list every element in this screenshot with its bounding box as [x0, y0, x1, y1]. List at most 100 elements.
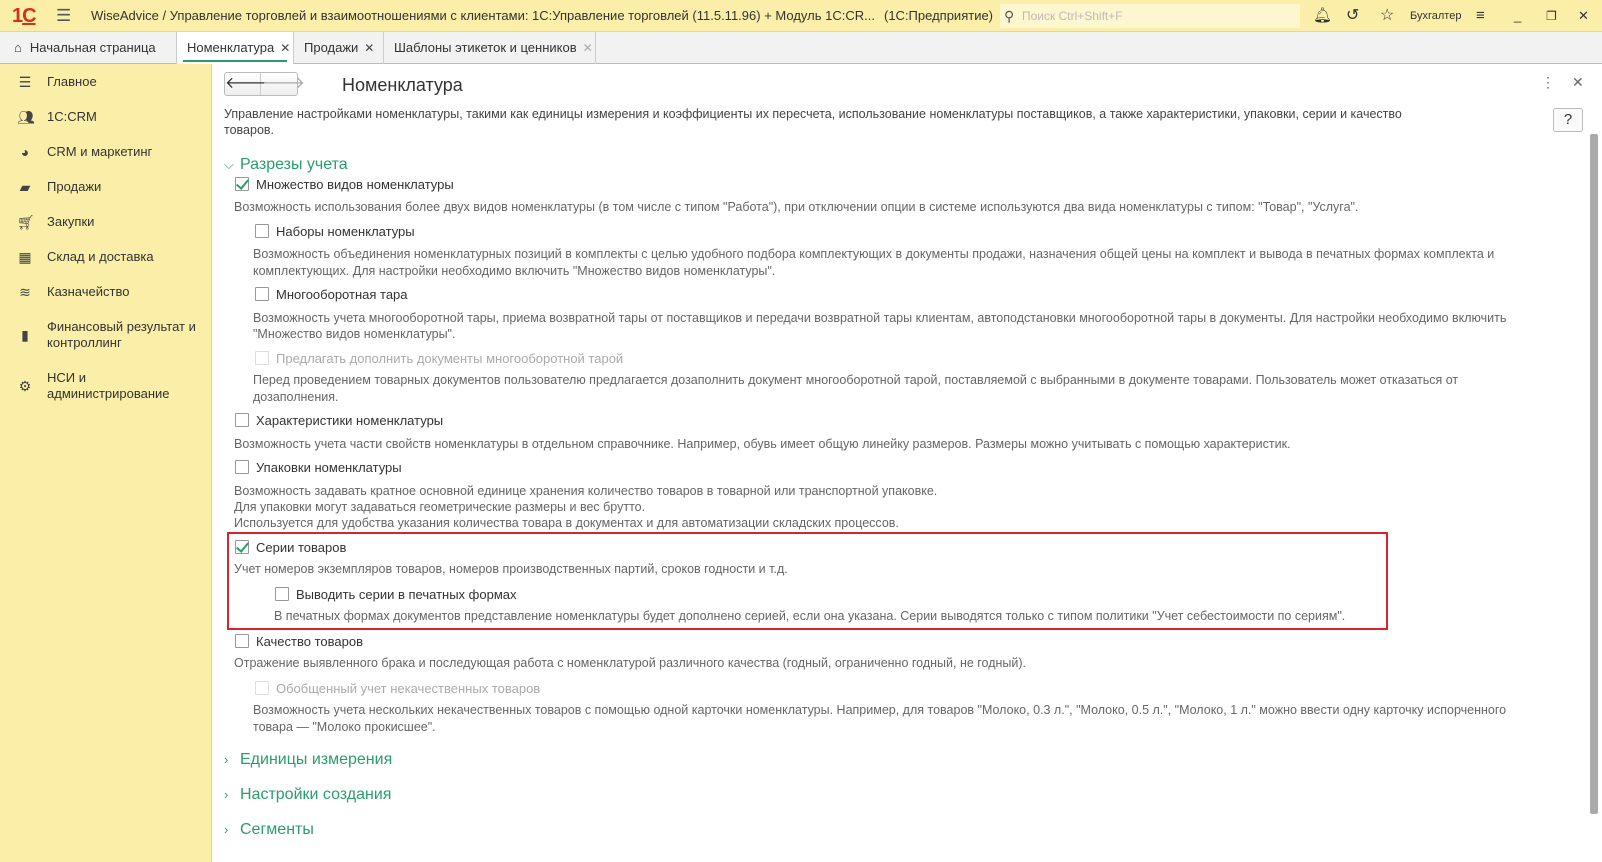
scrollbar-thumb[interactable] [1590, 134, 1598, 814]
tab-label: Шаблоны этикеток и ценников [394, 40, 577, 55]
vertical-scrollbar[interactable] [1590, 118, 1598, 818]
search-placeholder: Поиск Ctrl+Shift+F [1022, 9, 1123, 23]
checkbox-print-series[interactable] [275, 587, 289, 601]
page-title: Номенклатура [342, 75, 463, 95]
sidebar-label: Продажи [47, 179, 102, 194]
option-desc: комплектующих. Для настройки необходимо … [253, 264, 776, 278]
window-title: WiseAdvice / Управление торговлей и взаи… [91, 8, 875, 23]
pie-icon: ◕ [20, 144, 30, 160]
option-desc: Для упаковки могут задаваться геометриче… [234, 500, 646, 514]
option-label[interactable]: Выводить серии в печатных формах [296, 587, 517, 603]
gear-icon: ⚙ [18, 378, 32, 394]
settings-menu-icon[interactable]: ≡ [1476, 0, 1485, 32]
option-desc: Возможность объединения номенклатурных п… [253, 247, 1495, 261]
more-icon[interactable]: ⋮ [1541, 74, 1555, 90]
title-bar: 1С ☰ WiseAdvice / Управление торговлей и… [0, 0, 1602, 32]
back-button[interactable]: 🡐 [225, 73, 268, 95]
tab-label: Начальная страница [29, 40, 156, 55]
option-label[interactable]: Упаковки номенклатуры [256, 460, 402, 476]
tab-label-templates[interactable]: Шаблоны этикеток и ценников ✕ [384, 32, 596, 64]
option-desc: Отражение выявленного брака и последующа… [234, 656, 1027, 670]
option-desc: Используется для удобства указания колич… [234, 516, 899, 530]
sidebar-label: Казначейство [47, 284, 130, 299]
help-button[interactable]: ? [1553, 108, 1583, 132]
group-title: Разрезы учета [240, 156, 348, 173]
sidebar-label: Закупки [47, 214, 95, 229]
checkbox-series[interactable] [235, 540, 249, 554]
option-desc: В печатных формах документов представлен… [274, 609, 1346, 623]
history-icon[interactable]: ↺ [1346, 0, 1359, 32]
option-label: Предлагать дополнить документы многообор… [276, 351, 624, 366]
search-icon: ⚲ [1004, 8, 1015, 24]
sidebar-label: Главное [47, 74, 97, 89]
sidebar: ☰ Главное 👥︎ 1С:CRM ◕ CRM и маркетинг ▰ Прод… [0, 64, 212, 862]
chevron-down-icon: ⌵ [224, 157, 234, 172]
checkbox-generalized-defects[interactable] [255, 681, 269, 695]
close-tab-icon[interactable]: ✕ [583, 41, 593, 55]
group-title: Настройки создания [240, 786, 392, 803]
checkbox-quality[interactable] [235, 634, 249, 648]
option-desc: товара — "Молоко прокисшее". [253, 720, 436, 734]
option-desc: Возможность использования более двух вид… [234, 200, 1359, 214]
sidebar-label: НСИ и администрирование [47, 370, 170, 401]
sidebar-label: Финансовый результат и контроллинг [47, 319, 196, 350]
checkbox-characteristics[interactable] [235, 413, 249, 427]
cart-icon: 🛒︎ [17, 214, 35, 230]
star-icon[interactable]: ☆ [1380, 0, 1394, 32]
tab-nomenclature[interactable]: Номенклатура ✕ [177, 32, 294, 64]
home-icon: ⌂ [14, 40, 22, 55]
group-title: Единицы измерения [240, 751, 393, 768]
checkbox-suggest-tare[interactable] [255, 351, 269, 365]
close-window-button[interactable]: ✕ [1578, 0, 1589, 32]
group-creation-settings[interactable]: › Настройки создания [224, 785, 391, 805]
1c-logo[interactable]: 1С [12, 0, 37, 32]
group-accounting-sections[interactable]: ⌵ Разрезы учета [224, 155, 348, 175]
option-desc: Перед проведением товарных документов по… [253, 373, 1459, 387]
option-label[interactable]: Множество видов номенклатуры [256, 177, 454, 193]
forward-button[interactable]: 🡒 [262, 73, 305, 95]
option-label[interactable]: Качество товаров [256, 634, 363, 650]
coins-icon: ≋ [19, 284, 31, 300]
tab-label: Номенклатура [187, 40, 275, 55]
option-desc: Возможность учета части свойств номенкла… [234, 437, 1291, 451]
chevron-right-icon: › [224, 822, 229, 837]
sidebar-label: 1С:CRM [47, 109, 97, 124]
chevron-right-icon: › [224, 752, 229, 767]
chart-icon: ▮ [21, 327, 29, 343]
option-label[interactable]: Характеристики номенклатуры [256, 413, 443, 429]
option-label[interactable]: Наборы номенклатуры [276, 224, 415, 240]
group-segments[interactable]: › Сегменты [224, 820, 314, 840]
sidebar-label: CRM и маркетинг [47, 144, 153, 159]
checkbox-sets[interactable] [255, 224, 269, 238]
close-tab-icon[interactable]: ✕ [364, 41, 374, 55]
checkbox-returnable-tare[interactable] [255, 287, 269, 301]
sidebar-label: Склад и доставка [47, 249, 154, 264]
checkbox-packages[interactable] [235, 460, 249, 474]
menu-icon[interactable]: ☰ [56, 0, 71, 32]
option-desc: Учет номеров экземпляров товаров, номеро… [234, 562, 788, 576]
tab-sales[interactable]: Продажи ✕ [294, 32, 384, 64]
user-name[interactable]: Бухгалтер [1410, 0, 1461, 32]
bell-icon[interactable]: 🔔︎ [1313, 0, 1332, 32]
option-label: Обобщенный учет некачественных товаров [276, 681, 541, 696]
tab-home[interactable]: ⌂ Начальная страница [0, 32, 177, 64]
checkbox-multiple-kinds[interactable] [235, 177, 249, 191]
form-area: 🡐 🡒 Номенклатура ⋮ ✕ ? Управление настро… [213, 64, 1602, 862]
close-tab-icon[interactable]: ✕ [280, 41, 290, 55]
tab-bar: ⌂ Начальная страница Номенклатура ✕ Продаж… [0, 32, 1602, 64]
group-title: Сегменты [240, 821, 314, 838]
tab-label: Продажи [304, 40, 359, 55]
users-icon: 👥︎ [17, 109, 35, 125]
restore-button[interactable]: ❐ [1546, 0, 1557, 32]
close-form-icon[interactable]: ✕ [1572, 74, 1584, 90]
minimize-button[interactable]: _ [1514, 0, 1521, 32]
bag-icon: ▰ [19, 179, 31, 195]
option-label[interactable]: Многооборотная тара [276, 287, 408, 303]
search-input[interactable]: ⚲ Поиск Ctrl+Shift+F [1000, 4, 1300, 28]
chevron-right-icon: › [224, 787, 229, 802]
group-units[interactable]: › Единицы измерения [224, 750, 392, 770]
option-desc: Возможность задавать кратное основной ед… [234, 484, 938, 498]
option-label[interactable]: Серии товаров [256, 540, 346, 556]
nav-buttons: 🡐 🡒 [224, 72, 305, 96]
option-desc: Возможность учета многооборотной тары, п… [253, 311, 1507, 325]
